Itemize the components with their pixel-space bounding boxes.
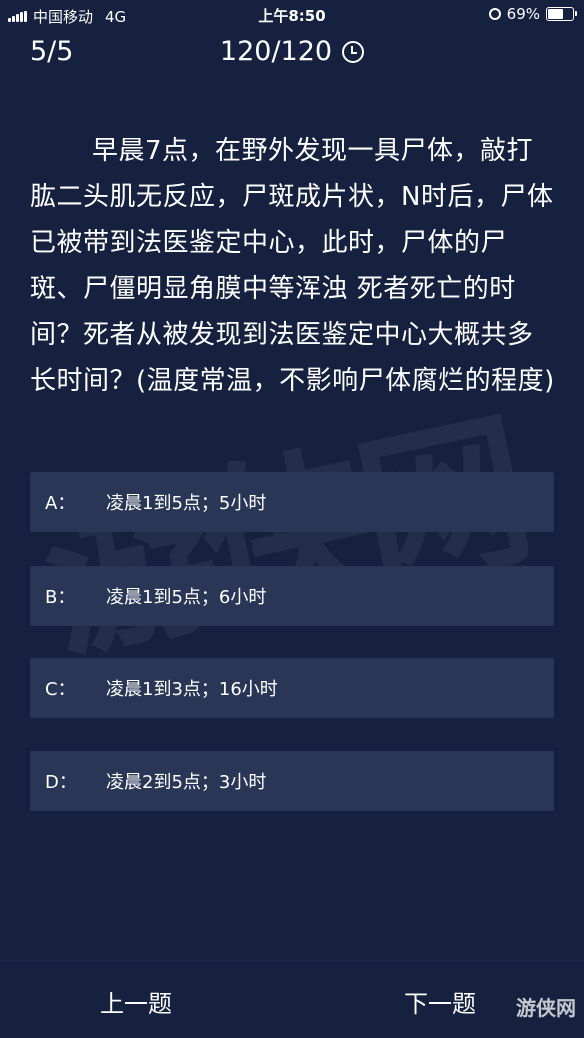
option-key: C：: [45, 679, 76, 700]
option-c[interactable]: C： 凌晨1到3点；16小时: [30, 658, 554, 718]
option-a[interactable]: A： 凌晨1到5点；5小时: [30, 472, 554, 532]
footer-divider: [0, 960, 584, 961]
option-d[interactable]: D： 凌晨2到5点；3小时: [30, 751, 554, 811]
status-bar: 中国移动 4G 上午8:50 69%: [0, 0, 584, 30]
option-text: 凌晨1到3点；16小时: [106, 679, 278, 700]
option-key: B：: [45, 587, 76, 608]
option-key: A：: [45, 493, 76, 514]
prev-question-button[interactable]: 上一题: [100, 984, 172, 1019]
battery-icon: [546, 7, 577, 21]
option-b[interactable]: B： 凌晨1到5点；6小时: [30, 566, 554, 626]
next-question-button[interactable]: 下一题: [404, 984, 476, 1019]
option-text: 凌晨1到5点；5小时: [106, 493, 267, 514]
option-text: 凌晨2到5点；3小时: [106, 772, 267, 793]
corner-logo: 游侠网: [516, 996, 576, 1020]
battery-percent: 69%: [506, 5, 540, 23]
question-text: 早晨7点，在野外发现一具尸体，敲打肱二头肌无反应，尸斑成片状，N时后，尸体已被带…: [30, 136, 555, 396]
alarm-icon: [488, 8, 501, 20]
score-display: 120/120: [0, 36, 584, 67]
option-key: D：: [45, 772, 77, 793]
clock-icon: [342, 40, 365, 63]
score-value: 120/120: [219, 36, 333, 67]
option-text: 凌晨1到5点；6小时: [106, 587, 267, 608]
status-right: 69%: [488, 5, 577, 23]
